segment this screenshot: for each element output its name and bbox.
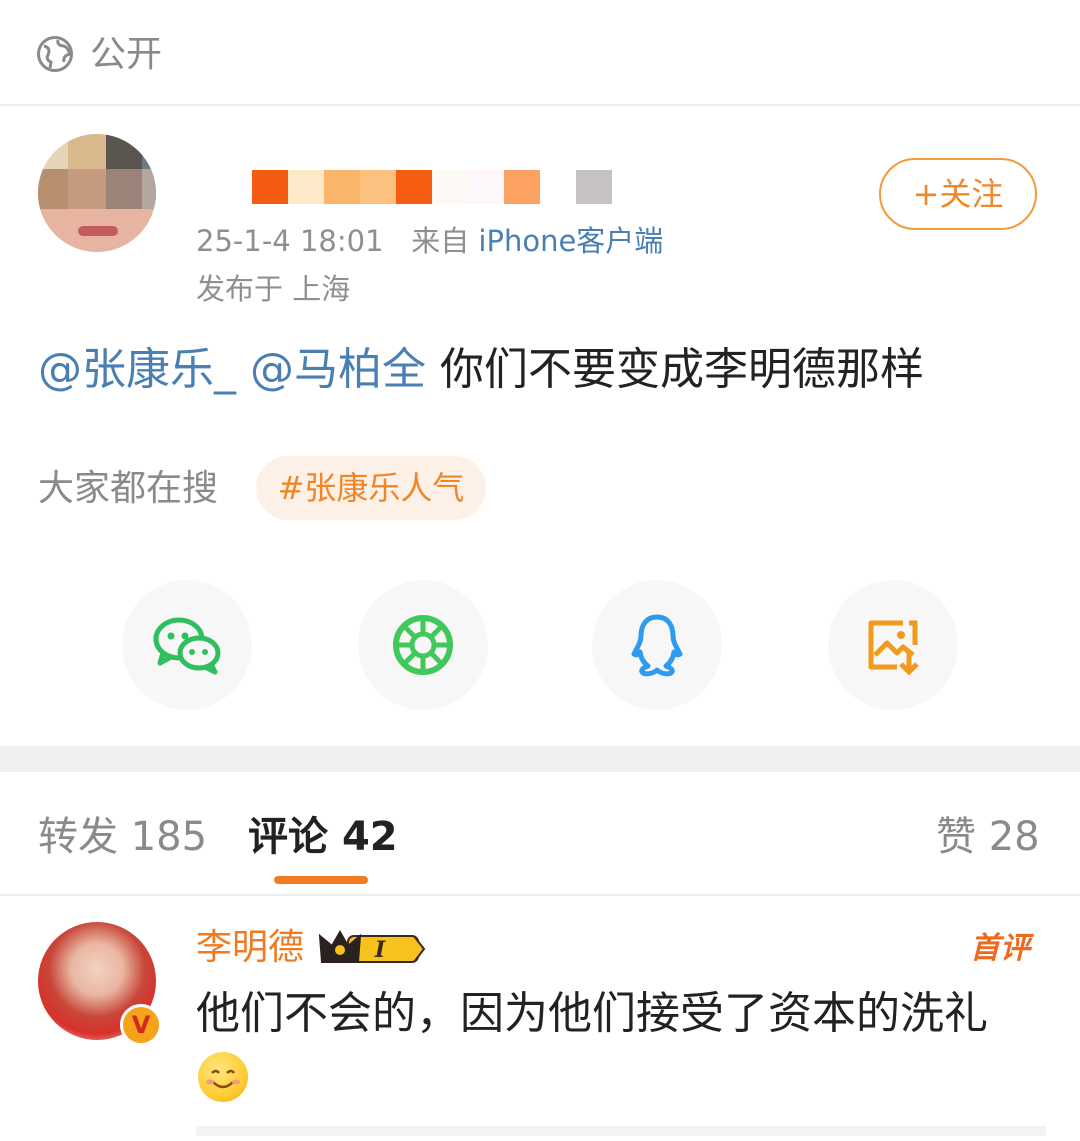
post-text: 你们不要变成李明德那样 bbox=[440, 344, 924, 395]
member-level: I bbox=[374, 937, 386, 963]
save-image-button[interactable] bbox=[828, 580, 958, 710]
tab-comments-label: 评论 bbox=[248, 814, 328, 860]
wechat-icon bbox=[153, 617, 221, 675]
username-pixelated bbox=[252, 170, 612, 204]
trending-tag[interactable]: #张康乐人气 bbox=[256, 456, 486, 520]
member-crown-badge-icon: I bbox=[318, 929, 426, 963]
share-qq-button[interactable] bbox=[592, 580, 722, 710]
share-wechat-button[interactable] bbox=[122, 580, 252, 710]
verified-badge: V bbox=[120, 1004, 162, 1046]
source-prefix: 来自 bbox=[411, 224, 470, 258]
visibility-label: 公开 bbox=[90, 34, 163, 75]
post-meta: 25-1-4 18:01 来自 iPhone客户端 bbox=[196, 222, 663, 260]
visibility-bar: 公开 bbox=[0, 0, 1080, 106]
follow-button[interactable]: +关注 bbox=[879, 158, 1037, 230]
section-divider bbox=[0, 746, 1080, 772]
share-moments-button[interactable] bbox=[358, 580, 488, 710]
tab-reposts[interactable]: 转发 185 bbox=[38, 812, 207, 862]
tab-likes-count: 28 bbox=[988, 814, 1040, 860]
comment-text: 他们不会的，因为他们接受了资本的洗礼 bbox=[196, 988, 988, 1039]
mention-link[interactable]: @马柏全 bbox=[250, 344, 426, 395]
poster-avatar[interactable] bbox=[38, 134, 156, 252]
trending-label: 大家都在搜 bbox=[38, 468, 219, 509]
qq-icon bbox=[631, 614, 683, 677]
first-comment-badge: 首评 bbox=[970, 931, 1030, 966]
commenter-name[interactable]: 李明德 bbox=[196, 926, 304, 970]
post-source[interactable]: iPhone客户端 bbox=[478, 224, 663, 258]
tab-comments-count: 42 bbox=[341, 814, 398, 860]
post-body: @张康乐_ @马柏全 你们不要变成李明德那样 bbox=[38, 340, 924, 400]
moments-icon bbox=[393, 615, 453, 675]
post-location: 发布于 上海 bbox=[196, 272, 351, 306]
active-tab-indicator bbox=[274, 876, 368, 884]
tab-likes-label: 赞 bbox=[936, 814, 976, 860]
mention-link[interactable]: @张康乐_ bbox=[38, 344, 236, 395]
tab-reposts-count: 185 bbox=[130, 814, 208, 860]
tab-reposts-label: 转发 bbox=[38, 814, 118, 860]
post-time: 25-1-4 18:01 bbox=[196, 224, 384, 258]
next-item-edge bbox=[196, 1126, 1046, 1136]
save-image-icon bbox=[868, 620, 919, 675]
tab-comments[interactable]: 评论 42 bbox=[248, 812, 398, 862]
interaction-tabs: 转发 185 评论 42 赞 28 bbox=[0, 772, 1080, 896]
globe-icon bbox=[37, 36, 73, 72]
tab-likes[interactable]: 赞 28 bbox=[936, 812, 1040, 862]
smile-emoji-icon bbox=[198, 1052, 248, 1102]
